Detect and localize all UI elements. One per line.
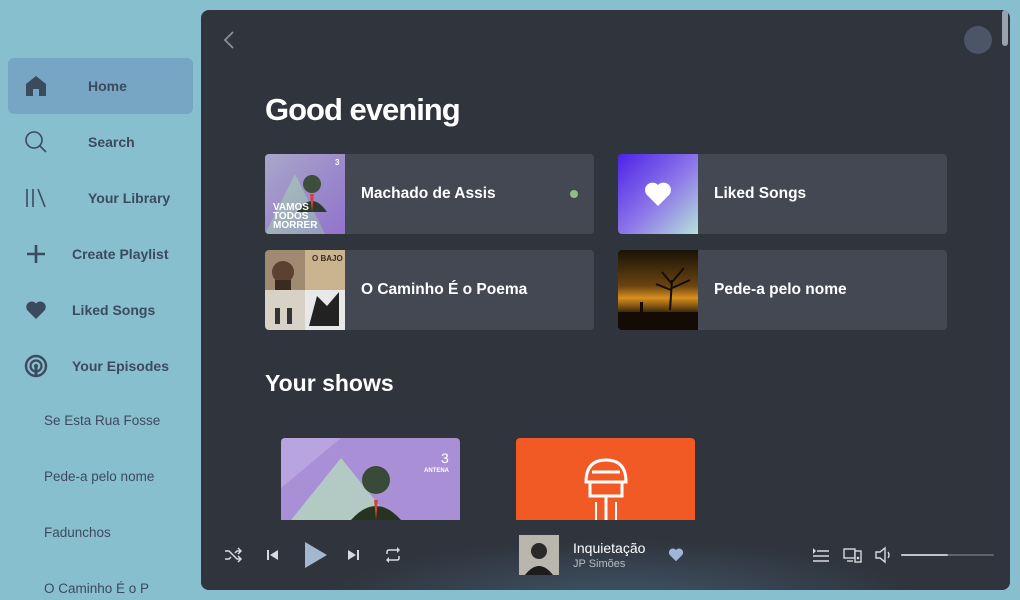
nav-create-playlist[interactable]: Create Playlist: [8, 226, 193, 282]
nav-your-episodes[interactable]: Your Episodes: [8, 338, 193, 394]
radio-badge: 3: [441, 450, 449, 466]
volume-icon: [875, 546, 890, 564]
microphone-icon: [584, 458, 628, 520]
nav-liked-songs[interactable]: Liked Songs: [8, 282, 193, 338]
queue-icon: [813, 548, 829, 562]
heart-icon: [645, 182, 671, 206]
show-tile-orange[interactable]: [516, 438, 695, 520]
card-title: Pede-a pelo nome: [714, 281, 847, 298]
heart-icon: [668, 548, 684, 562]
skip-next-icon: [348, 550, 359, 560]
shuffle-button[interactable]: [223, 545, 243, 565]
volume-button[interactable]: [874, 545, 894, 565]
cover-art: 3 VAMOS TODOS MORRER: [265, 154, 345, 234]
repeat-button[interactable]: [383, 545, 403, 565]
nav-search-label: Search: [88, 134, 135, 150]
search-icon: [24, 130, 48, 154]
track-title[interactable]: Inquietação: [573, 540, 645, 556]
avatar[interactable]: [964, 26, 992, 54]
shuffle-icon: [225, 547, 243, 563]
chevron-left-icon: [223, 31, 234, 49]
playlist-item[interactable]: Pede-a pelo nome: [44, 469, 194, 484]
skip-previous-icon: [267, 550, 278, 560]
scrollbar[interactable]: [1002, 10, 1008, 46]
back-button[interactable]: [219, 28, 239, 52]
nav-your-episodes-label: Your Episodes: [72, 358, 169, 374]
nav-library[interactable]: Your Library: [8, 170, 193, 226]
like-button[interactable]: [667, 546, 685, 564]
repeat-icon: [386, 547, 400, 563]
main-panel: Good evening 3 VAMOS TODOS MORRER Machad…: [201, 10, 1010, 590]
radio-badge-label: ANTENA: [424, 468, 449, 474]
home-icon: [24, 74, 48, 98]
quick-card-liked-songs[interactable]: Liked Songs: [618, 154, 947, 234]
nav-liked-songs-label: Liked Songs: [72, 302, 156, 318]
plus-icon: [24, 242, 48, 266]
cover-art: [618, 154, 698, 234]
cover-text: O BAJO: [312, 254, 343, 263]
volume-slider-fill: [901, 554, 948, 556]
card-title: Liked Songs: [714, 185, 807, 202]
nav-search[interactable]: Search: [8, 114, 193, 170]
quick-card-o-caminho[interactable]: O BAJO O Caminho É o Poema: [265, 250, 594, 330]
cover-art: O BAJO: [265, 250, 345, 330]
quick-card-pede-a-pelo-nome[interactable]: Pede-a pelo nome: [618, 250, 947, 330]
now-playing-indicator: [570, 190, 578, 198]
section-heading: Your shows: [265, 370, 394, 396]
previous-button[interactable]: [263, 545, 283, 565]
track-artist[interactable]: JP Simões: [573, 558, 625, 570]
card-title: O Caminho É o Poema: [361, 281, 528, 298]
show-tile-antena[interactable]: 3 ANTENA: [281, 438, 460, 520]
next-button[interactable]: [343, 545, 363, 565]
page-title: Good evening: [265, 92, 461, 127]
cover-text: MORRER: [273, 220, 318, 231]
nav-home[interactable]: Home: [8, 58, 193, 114]
devices-button[interactable]: [843, 545, 863, 565]
devices-icon: [843, 548, 862, 563]
play-button[interactable]: [301, 539, 329, 571]
nav-library-label: Your Library: [88, 190, 171, 206]
library-icon: [24, 186, 48, 210]
playlist-item[interactable]: Se Esta Rua Fosse: [44, 413, 194, 428]
radio-badge: 3: [335, 158, 340, 167]
cover-art: [618, 250, 698, 330]
sidebar: Home Search Your Library Create Playlist…: [0, 0, 200, 600]
play-icon: [305, 542, 327, 568]
player-bar: Inquietação JP Simões: [201, 520, 1010, 590]
nav-home-label: Home: [88, 78, 127, 94]
card-title: Machado de Assis: [361, 185, 496, 202]
heart-icon: [24, 298, 48, 322]
podcast-icon: [24, 354, 48, 378]
playlist-item[interactable]: O Caminho É o P: [44, 581, 194, 596]
queue-button[interactable]: [811, 545, 831, 565]
nav-create-playlist-label: Create Playlist: [72, 246, 169, 262]
playlist-item[interactable]: Fadunchos: [44, 525, 194, 540]
quick-card-machado-de-assis[interactable]: 3 VAMOS TODOS MORRER Machado de Assis: [265, 154, 594, 234]
now-playing-cover[interactable]: [519, 535, 559, 575]
volume-slider[interactable]: [901, 554, 994, 556]
